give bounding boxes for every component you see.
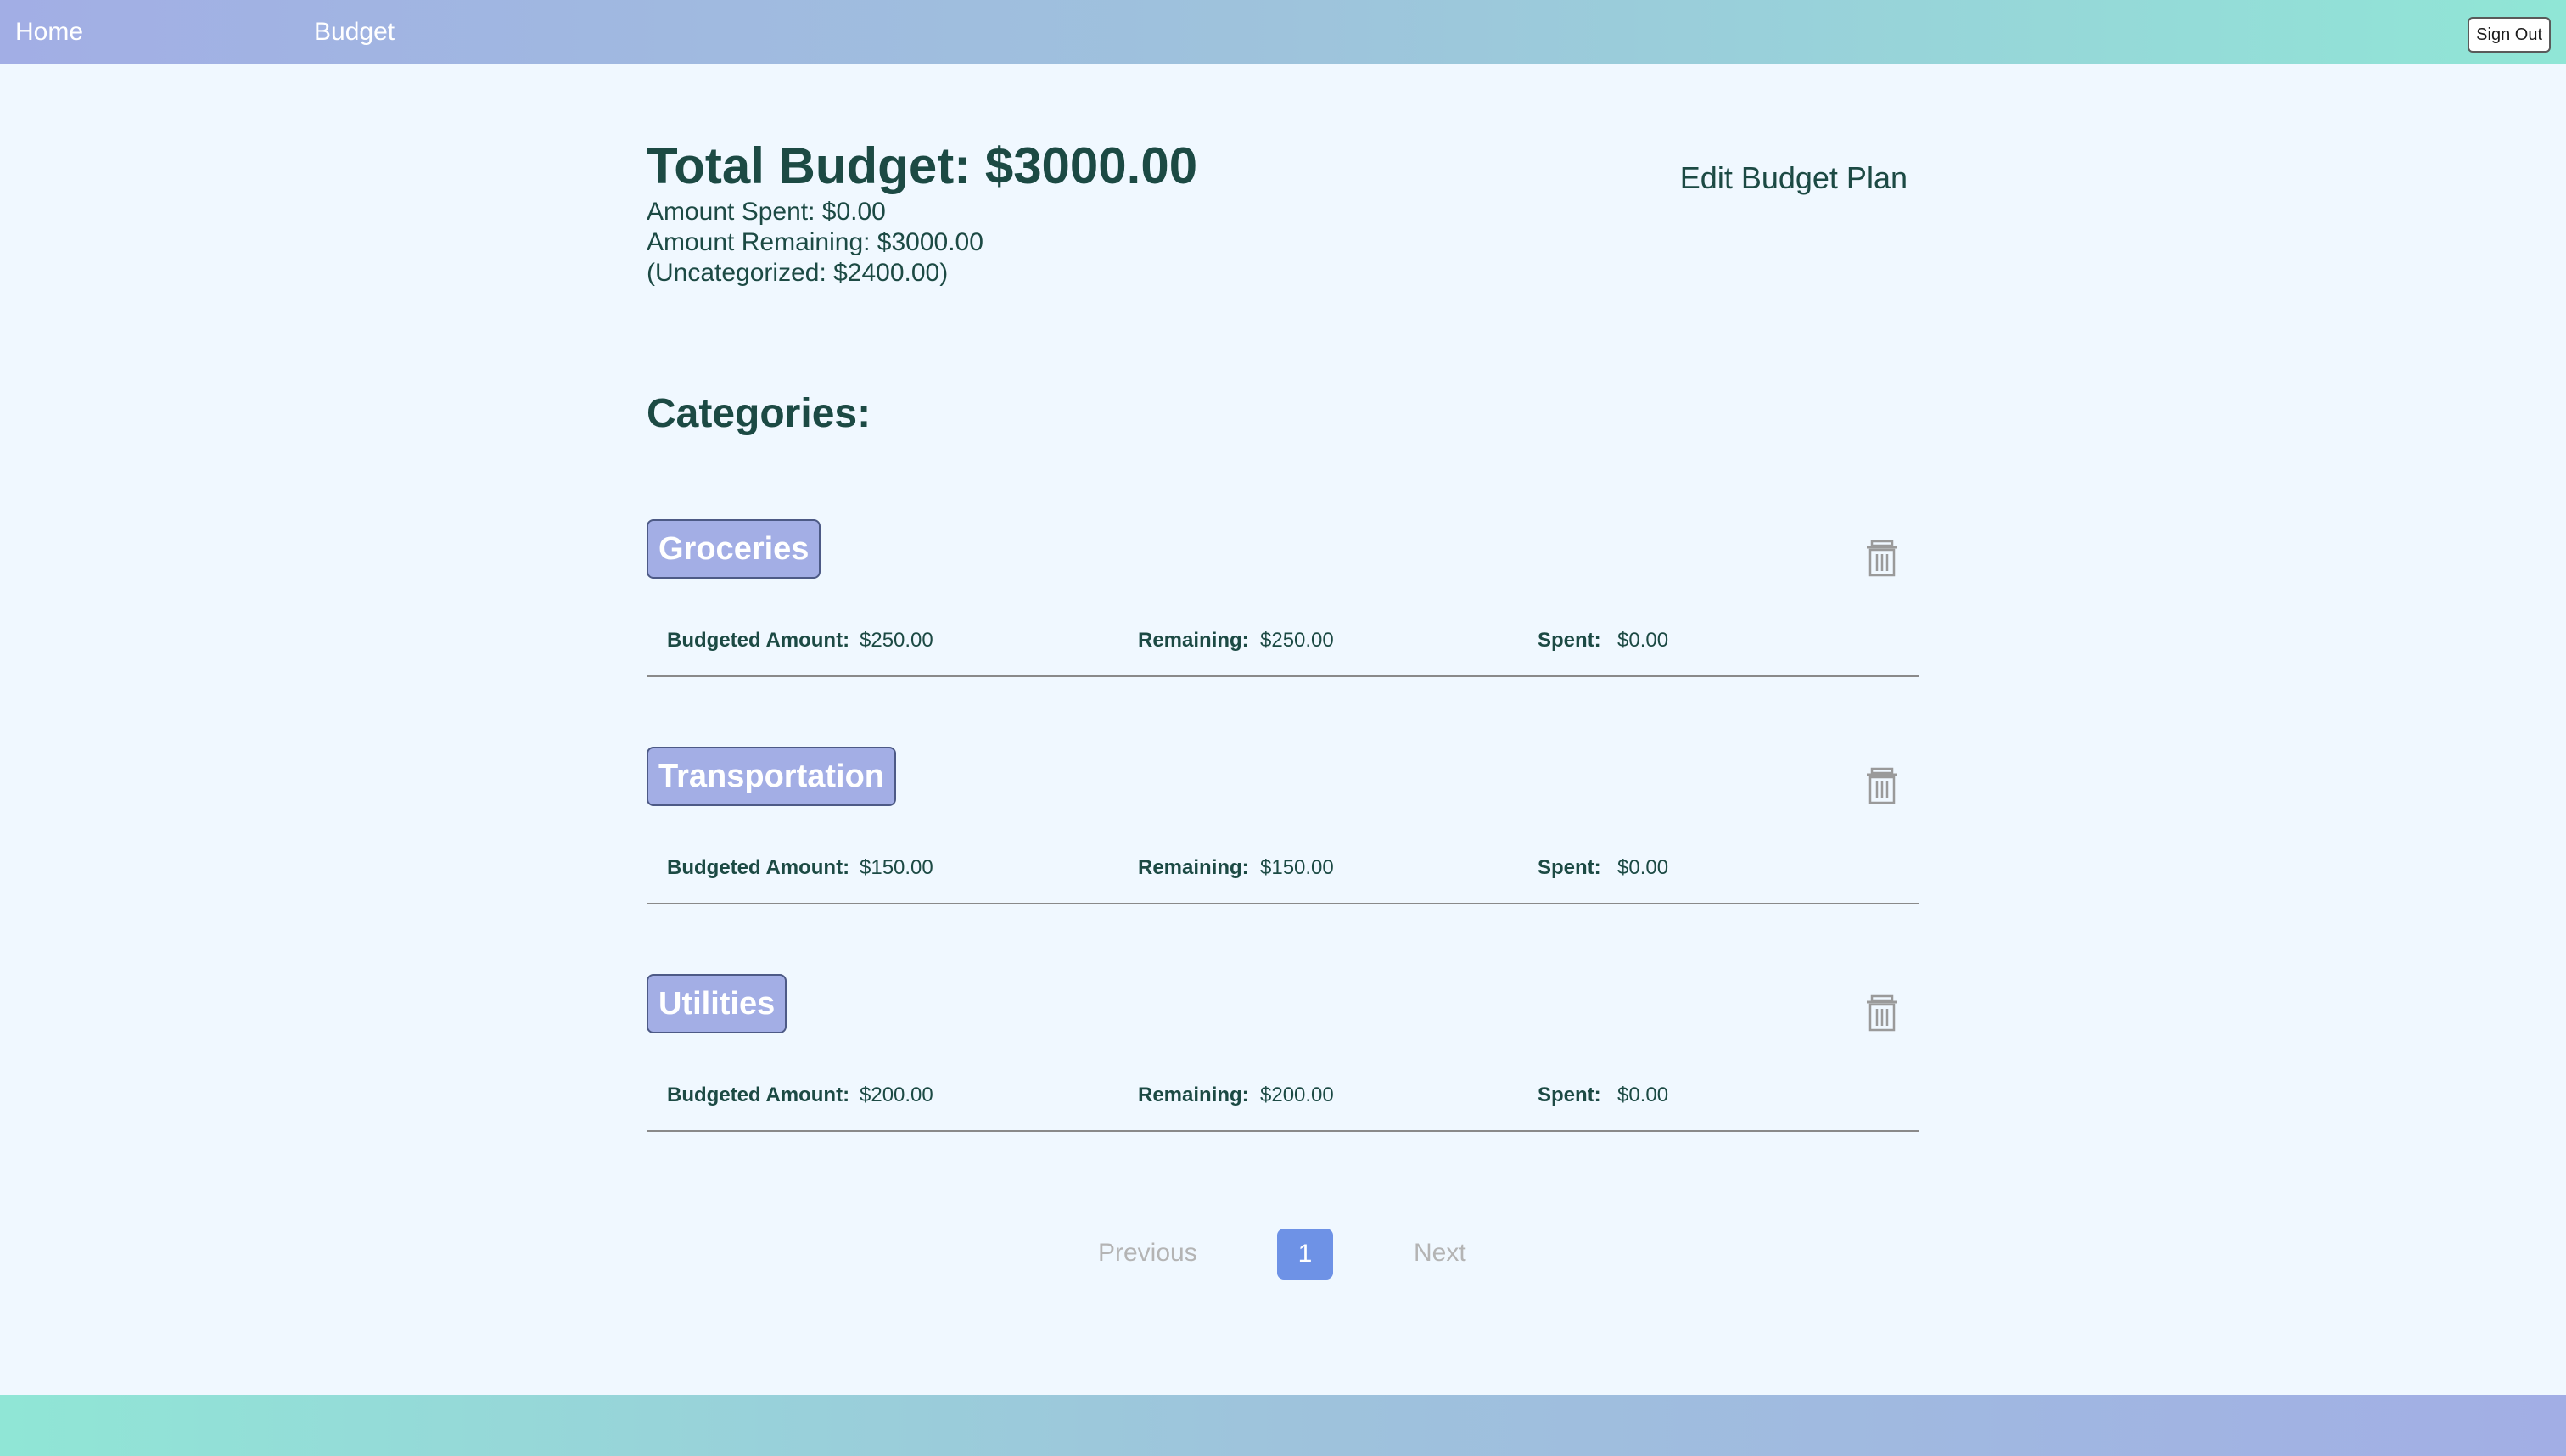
spent-label: Spent:: [1538, 1084, 1601, 1106]
page-number-button[interactable]: 1: [1277, 1229, 1333, 1280]
pagination: Previous 1 Next: [0, 1229, 2566, 1280]
remaining-value: $250.00: [1260, 629, 1334, 652]
spent-label: Spent:: [1538, 629, 1601, 652]
top-navbar: Home Budget Sign Out: [0, 0, 2566, 64]
remaining-value: $150.00: [1260, 856, 1334, 879]
remaining-label: Remaining:: [1138, 1084, 1249, 1106]
remaining-label: Remaining:: [1138, 629, 1249, 652]
category-name-badge: Groceries: [647, 519, 821, 579]
previous-page-button[interactable]: Previous: [1098, 1237, 1197, 1269]
trash-icon[interactable]: [1865, 994, 1899, 1032]
category-card-utilities: Utilities Budgeted Amount: $200.00 Remai…: [647, 974, 1919, 1132]
uncategorized-text: (Uncategorized: $2400.00): [647, 259, 949, 287]
budgeted-amount-value: $250.00: [860, 629, 933, 652]
edit-budget-plan-link[interactable]: Edit Budget Plan: [1680, 160, 1908, 197]
next-page-button[interactable]: Next: [1414, 1237, 1466, 1269]
spent-value: $0.00: [1617, 1084, 1669, 1106]
footer-bar: [0, 1395, 2566, 1456]
category-name-badge: Transportation: [647, 747, 897, 806]
amount-spent-text: Amount Spent: $0.00: [647, 198, 886, 226]
spent-value: $0.00: [1617, 856, 1669, 879]
category-card-groceries: Groceries Budgeted Amount: $250.00 Remai…: [647, 519, 1919, 677]
budgeted-amount-value: $200.00: [860, 1084, 933, 1106]
category-card-transportation: Transportation Budgeted Amount: $150.00 …: [647, 747, 1919, 904]
nav-budget-link[interactable]: Budget: [314, 17, 395, 48]
budget-summary: Total Budget: $3000.00 Amount Spent: $0.…: [647, 136, 1197, 288]
categories-heading: Categories:: [647, 391, 871, 436]
remaining-label: Remaining:: [1138, 856, 1249, 879]
budgeted-amount-label: Budgeted Amount:: [667, 629, 850, 652]
spent-value: $0.00: [1617, 629, 1669, 652]
budgeted-amount-label: Budgeted Amount:: [667, 1084, 850, 1106]
total-budget-title: Total Budget: $3000.00: [647, 137, 1198, 194]
spent-label: Spent:: [1538, 856, 1601, 879]
trash-icon[interactable]: [1865, 540, 1899, 577]
nav-home-link[interactable]: Home: [15, 17, 83, 48]
budgeted-amount-label: Budgeted Amount:: [667, 856, 850, 879]
remaining-value: $200.00: [1260, 1084, 1334, 1106]
category-name-badge: Utilities: [647, 974, 787, 1033]
trash-icon[interactable]: [1865, 767, 1899, 804]
budgeted-amount-value: $150.00: [860, 856, 933, 879]
sign-out-button[interactable]: Sign Out: [2468, 17, 2551, 53]
amount-remaining-text: Amount Remaining: $3000.00: [647, 228, 983, 256]
